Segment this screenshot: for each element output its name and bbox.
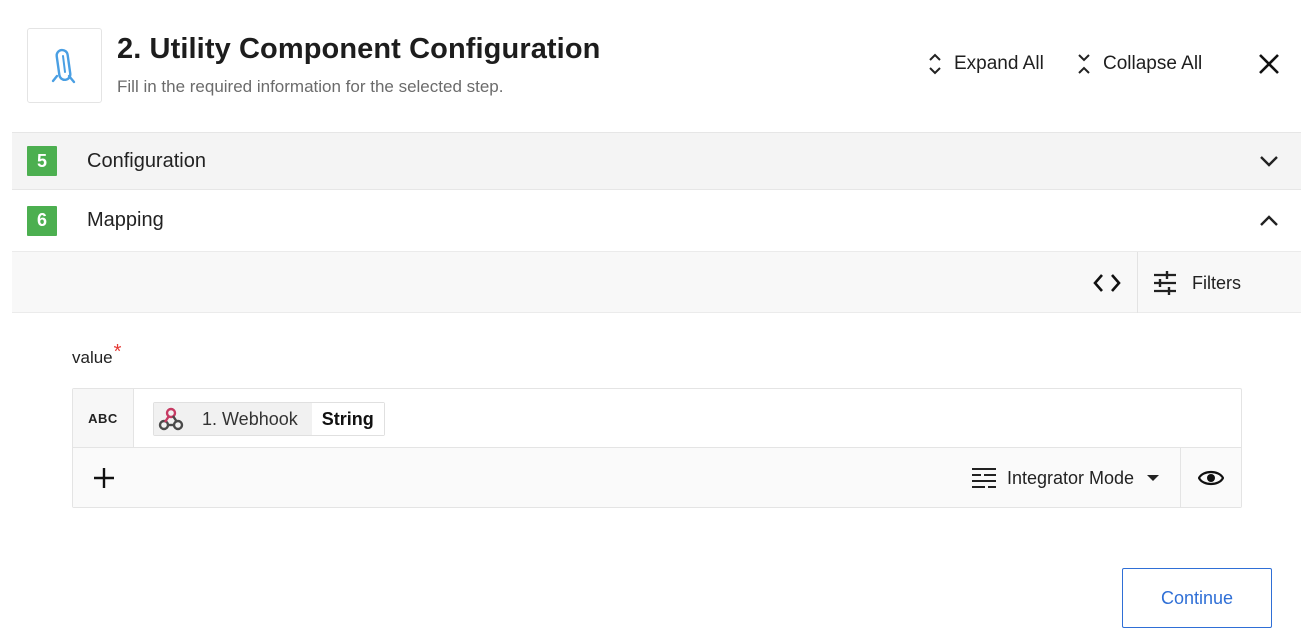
collapse-icon	[1078, 54, 1090, 74]
section-label: Mapping	[87, 209, 164, 231]
dialog-header: 2. Utility Component Configuration Fill …	[0, 0, 1301, 132]
integrator-mode-dropdown[interactable]: Integrator Mode	[971, 464, 1160, 492]
page-subtitle: Fill in the required information for the…	[117, 77, 504, 96]
collapse-all-label: Collapse All	[1103, 53, 1203, 74]
chevron-up-icon	[1256, 208, 1282, 234]
section-mapping[interactable]: 6 Mapping	[12, 190, 1301, 252]
filters-button[interactable]: Filters	[1152, 266, 1241, 300]
actions-divider	[1180, 448, 1181, 508]
mapping-input-box[interactable]: ABC 1. Webhook String Integrator Mode	[72, 388, 1242, 508]
close-icon	[1259, 54, 1279, 74]
sliders-icon	[1154, 271, 1176, 295]
expand-all-button[interactable]: Expand All	[926, 50, 1044, 78]
continue-button[interactable]: Continue	[1122, 568, 1272, 628]
step-logo	[27, 28, 102, 103]
mapping-toolbar: Filters	[12, 252, 1301, 313]
webhook-icon	[154, 403, 188, 435]
collapse-all-button[interactable]: Collapse All	[1075, 50, 1202, 78]
step-number-badge: 5	[27, 146, 57, 176]
data-type-indicator: ABC	[73, 389, 134, 447]
filters-label: Filters	[1192, 272, 1241, 293]
caret-down-icon	[1147, 475, 1160, 481]
mapping-actions-bar: Integrator Mode	[73, 447, 1241, 508]
integrator-mode-label: Integrator Mode	[1007, 467, 1135, 488]
token-type-label: String	[311, 403, 384, 435]
expand-all-label: Expand All	[954, 53, 1044, 74]
mapped-value-token[interactable]: 1. Webhook String	[153, 402, 385, 436]
token-source-label: 1. Webhook	[188, 403, 312, 435]
expand-icon	[929, 53, 941, 75]
page-title: 2. Utility Component Configuration	[117, 33, 601, 65]
field-label-text: value	[72, 348, 113, 367]
required-marker: *	[113, 341, 122, 363]
section-label: Configuration	[87, 149, 206, 172]
eye-icon	[1198, 470, 1224, 486]
toolbar-divider	[1137, 252, 1138, 313]
section-configuration[interactable]: 5 Configuration	[12, 132, 1301, 190]
text-lines-icon	[972, 468, 996, 488]
plus-icon	[94, 468, 114, 488]
code-view-button[interactable]	[1090, 266, 1124, 300]
preview-button[interactable]	[1197, 464, 1225, 492]
utility-tool-icon	[51, 48, 75, 83]
step-number-badge: 6	[27, 205, 57, 236]
code-icon	[1093, 274, 1121, 292]
close-button[interactable]	[1253, 48, 1285, 80]
chevron-down-icon	[1256, 148, 1282, 174]
field-label-value: value*	[72, 341, 121, 369]
add-mapping-button[interactable]	[90, 464, 118, 492]
